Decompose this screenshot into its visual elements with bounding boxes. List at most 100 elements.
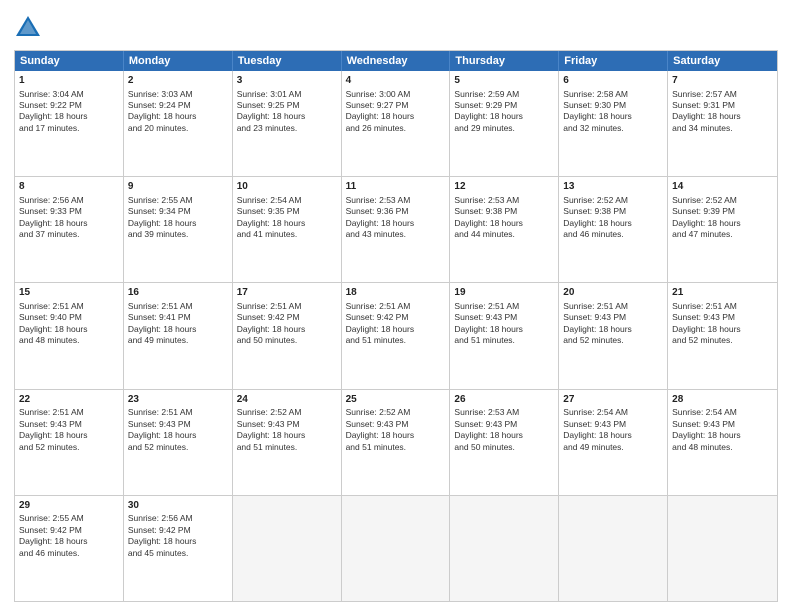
day-info-line: Sunset: 9:31 PM: [672, 100, 773, 111]
logo-icon: [14, 14, 42, 42]
day-info-line: Sunrise: 2:53 AM: [346, 195, 446, 206]
day-info-line: Sunrise: 2:52 AM: [563, 195, 663, 206]
day-info-line: and 46 minutes.: [19, 548, 119, 559]
header-day-friday: Friday: [559, 51, 668, 71]
calendar-row: 29Sunrise: 2:55 AMSunset: 9:42 PMDayligh…: [15, 495, 777, 601]
day-info-line: Sunrise: 3:01 AM: [237, 89, 337, 100]
day-info-line: Daylight: 18 hours: [237, 111, 337, 122]
day-info-line: Daylight: 18 hours: [346, 218, 446, 229]
header-day-monday: Monday: [124, 51, 233, 71]
calendar-row: 22Sunrise: 2:51 AMSunset: 9:43 PMDayligh…: [15, 389, 777, 495]
day-info-line: Sunset: 9:42 PM: [237, 312, 337, 323]
calendar-cell: 30Sunrise: 2:56 AMSunset: 9:42 PMDayligh…: [124, 496, 233, 601]
day-info-line: and 46 minutes.: [563, 229, 663, 240]
day-info-line: Daylight: 18 hours: [672, 218, 773, 229]
page: SundayMondayTuesdayWednesdayThursdayFrid…: [0, 0, 792, 612]
day-info-line: Sunrise: 2:53 AM: [454, 407, 554, 418]
day-info-line: and 44 minutes.: [454, 229, 554, 240]
calendar-cell: [450, 496, 559, 601]
day-info-line: Daylight: 18 hours: [672, 324, 773, 335]
day-number: 30: [128, 499, 228, 513]
day-number: 11: [346, 180, 446, 194]
day-info-line: Sunrise: 3:03 AM: [128, 89, 228, 100]
calendar-cell: [559, 496, 668, 601]
calendar-cell: [233, 496, 342, 601]
day-info-line: and 51 minutes.: [454, 335, 554, 346]
day-info-line: Sunset: 9:41 PM: [128, 312, 228, 323]
header: [14, 12, 778, 42]
day-number: 22: [19, 393, 119, 407]
day-number: 3: [237, 74, 337, 88]
calendar-cell: 24Sunrise: 2:52 AMSunset: 9:43 PMDayligh…: [233, 390, 342, 495]
day-info-line: Daylight: 18 hours: [563, 111, 663, 122]
day-info-line: Sunset: 9:42 PM: [128, 525, 228, 536]
day-number: 27: [563, 393, 663, 407]
calendar-cell: 10Sunrise: 2:54 AMSunset: 9:35 PMDayligh…: [233, 177, 342, 282]
day-info-line: Sunset: 9:29 PM: [454, 100, 554, 111]
day-number: 4: [346, 74, 446, 88]
day-info-line: and 52 minutes.: [672, 335, 773, 346]
header-day-tuesday: Tuesday: [233, 51, 342, 71]
calendar-cell: 9Sunrise: 2:55 AMSunset: 9:34 PMDaylight…: [124, 177, 233, 282]
day-info-line: and 47 minutes.: [672, 229, 773, 240]
day-info-line: Daylight: 18 hours: [19, 536, 119, 547]
day-info-line: Sunrise: 2:51 AM: [672, 301, 773, 312]
day-number: 26: [454, 393, 554, 407]
calendar-cell: 16Sunrise: 2:51 AMSunset: 9:41 PMDayligh…: [124, 283, 233, 388]
day-info-line: Sunset: 9:33 PM: [19, 206, 119, 217]
day-info-line: and 49 minutes.: [563, 442, 663, 453]
calendar-row: 1Sunrise: 3:04 AMSunset: 9:22 PMDaylight…: [15, 71, 777, 176]
day-number: 8: [19, 180, 119, 194]
calendar-cell: 6Sunrise: 2:58 AMSunset: 9:30 PMDaylight…: [559, 71, 668, 176]
day-info-line: Daylight: 18 hours: [19, 430, 119, 441]
header-day-thursday: Thursday: [450, 51, 559, 71]
day-info-line: Daylight: 18 hours: [672, 430, 773, 441]
day-number: 13: [563, 180, 663, 194]
day-info-line: and 52 minutes.: [563, 335, 663, 346]
calendar-cell: 21Sunrise: 2:51 AMSunset: 9:43 PMDayligh…: [668, 283, 777, 388]
calendar-cell: 17Sunrise: 2:51 AMSunset: 9:42 PMDayligh…: [233, 283, 342, 388]
day-info-line: Sunset: 9:34 PM: [128, 206, 228, 217]
day-number: 15: [19, 286, 119, 300]
day-number: 20: [563, 286, 663, 300]
day-info-line: Sunrise: 2:51 AM: [128, 407, 228, 418]
calendar-cell: 11Sunrise: 2:53 AMSunset: 9:36 PMDayligh…: [342, 177, 451, 282]
calendar-header: SundayMondayTuesdayWednesdayThursdayFrid…: [15, 51, 777, 71]
day-info-line: and 43 minutes.: [346, 229, 446, 240]
day-info-line: Sunset: 9:38 PM: [563, 206, 663, 217]
day-info-line: and 29 minutes.: [454, 123, 554, 134]
day-info-line: and 50 minutes.: [237, 335, 337, 346]
day-info-line: and 39 minutes.: [128, 229, 228, 240]
day-number: 9: [128, 180, 228, 194]
calendar-cell: 13Sunrise: 2:52 AMSunset: 9:38 PMDayligh…: [559, 177, 668, 282]
day-info-line: Sunset: 9:43 PM: [672, 312, 773, 323]
day-info-line: and 20 minutes.: [128, 123, 228, 134]
day-info-line: Sunset: 9:27 PM: [346, 100, 446, 111]
day-number: 19: [454, 286, 554, 300]
day-info-line: Daylight: 18 hours: [128, 430, 228, 441]
day-info-line: Daylight: 18 hours: [346, 430, 446, 441]
calendar-cell: 15Sunrise: 2:51 AMSunset: 9:40 PMDayligh…: [15, 283, 124, 388]
day-number: 18: [346, 286, 446, 300]
day-info-line: and 52 minutes.: [19, 442, 119, 453]
logo: [14, 12, 46, 42]
day-info-line: Sunset: 9:43 PM: [563, 312, 663, 323]
day-info-line: Daylight: 18 hours: [454, 430, 554, 441]
day-info-line: Sunrise: 2:51 AM: [19, 407, 119, 418]
calendar-cell: 7Sunrise: 2:57 AMSunset: 9:31 PMDaylight…: [668, 71, 777, 176]
calendar-row: 8Sunrise: 2:56 AMSunset: 9:33 PMDaylight…: [15, 176, 777, 282]
day-info-line: Daylight: 18 hours: [128, 111, 228, 122]
header-day-sunday: Sunday: [15, 51, 124, 71]
day-info-line: Daylight: 18 hours: [563, 324, 663, 335]
day-info-line: Daylight: 18 hours: [19, 218, 119, 229]
calendar: SundayMondayTuesdayWednesdayThursdayFrid…: [14, 50, 778, 602]
day-info-line: Sunrise: 3:00 AM: [346, 89, 446, 100]
day-info-line: Sunrise: 2:51 AM: [19, 301, 119, 312]
calendar-cell: 26Sunrise: 2:53 AMSunset: 9:43 PMDayligh…: [450, 390, 559, 495]
day-number: 17: [237, 286, 337, 300]
day-info-line: Sunset: 9:43 PM: [128, 419, 228, 430]
day-info-line: and 49 minutes.: [128, 335, 228, 346]
day-info-line: Sunrise: 2:52 AM: [346, 407, 446, 418]
day-info-line: Sunset: 9:43 PM: [19, 419, 119, 430]
day-info-line: Sunset: 9:36 PM: [346, 206, 446, 217]
